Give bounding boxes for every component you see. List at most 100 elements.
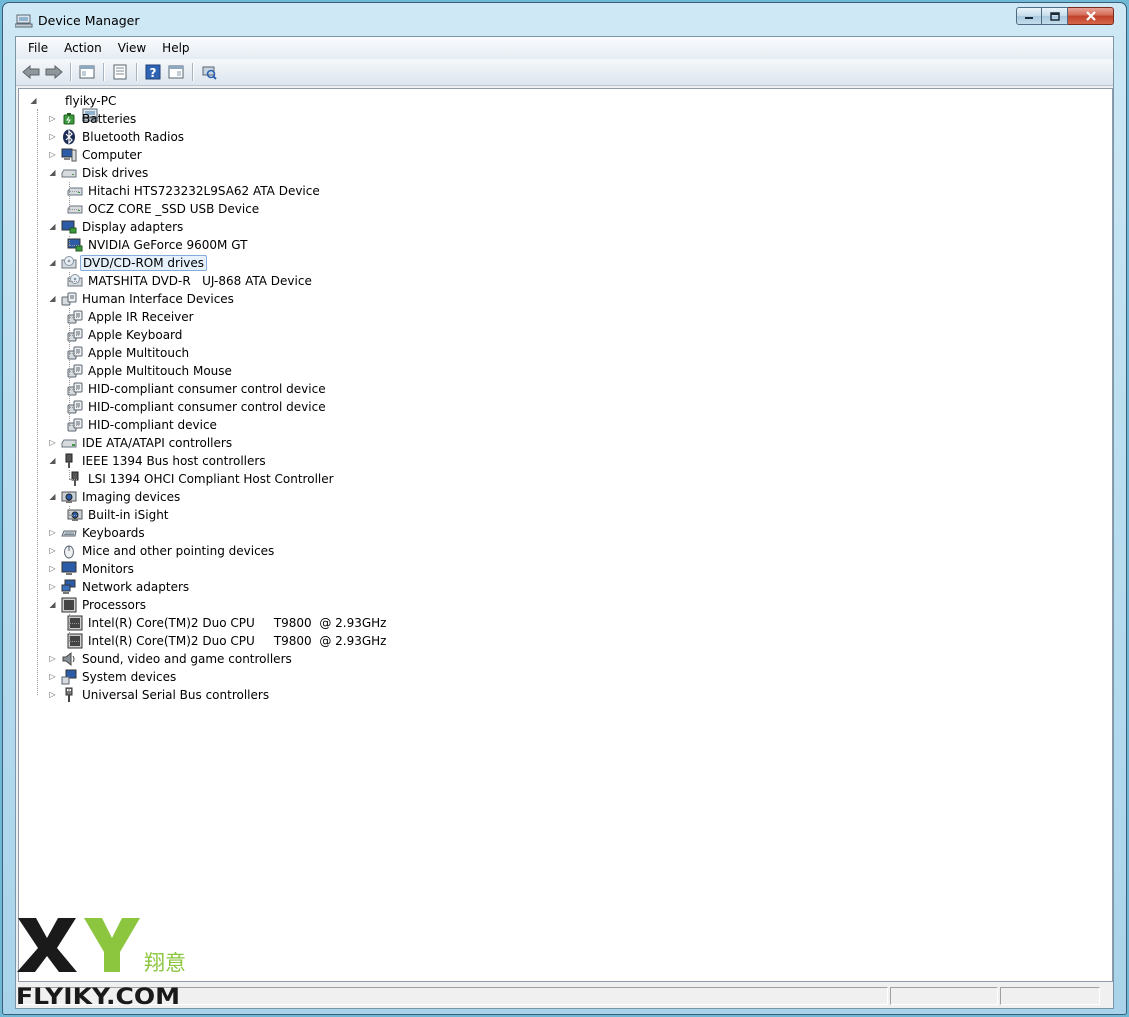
tree-device-hitachi-hts723232l9sa62-ata-device[interactable]: Hitachi HTS723232L9SA62 ATA Device xyxy=(67,182,322,200)
tree-connector xyxy=(37,109,39,695)
usb-icon xyxy=(61,687,77,703)
forward-button[interactable] xyxy=(43,62,65,82)
help-button[interactable]: ? xyxy=(142,62,164,82)
tree-item-label: HID-compliant consumer control device xyxy=(88,400,326,414)
tree-category-ieee-1394-bus-host-controllers[interactable]: ◢ IEEE 1394 Bus host controllers xyxy=(48,452,268,470)
properties-icon xyxy=(113,64,127,80)
tree-connector xyxy=(69,614,71,641)
speaker-icon xyxy=(61,651,77,667)
collapse-toggle-icon[interactable]: ◢ xyxy=(48,258,57,267)
tree-category-bluetooth-radios[interactable]: ▷ Bluetooth Radios xyxy=(48,128,186,146)
menu-help[interactable]: Help xyxy=(154,39,197,57)
battery-icon xyxy=(61,111,77,127)
tree-category-computer[interactable]: ▷ Computer xyxy=(48,146,144,164)
tree-category-mice-and-other-pointing-devices[interactable]: ▷ Mice and other pointing devices xyxy=(48,542,276,560)
collapse-toggle-icon[interactable]: ◢ xyxy=(48,294,57,303)
tree-root[interactable]: ◢ flyiky-PC xyxy=(29,92,118,122)
maximize-button[interactable] xyxy=(1042,7,1068,25)
expand-toggle-icon[interactable]: ▷ xyxy=(48,546,57,555)
tree-connector xyxy=(69,209,79,211)
tree-connector xyxy=(69,281,79,283)
tree-category-system-devices[interactable]: ▷ System devices xyxy=(48,668,178,686)
collapse-toggle-icon[interactable]: ◢ xyxy=(48,168,57,177)
collapse-toggle-icon[interactable]: ◢ xyxy=(48,222,57,231)
tree-device-nvidia-geforce-9600m-gt[interactable]: NVIDIA GeForce 9600M GT xyxy=(67,236,249,254)
tree-item-label: Batteries xyxy=(82,112,137,126)
expand-toggle-icon[interactable]: ▷ xyxy=(48,132,57,141)
tree-device-hid-compliant-device[interactable]: HID-compliant device xyxy=(67,416,219,434)
help-icon: ? xyxy=(145,64,161,80)
toolbar-separator xyxy=(70,63,72,81)
watermark-y-glyph xyxy=(84,918,140,972)
tree-item-label: Apple Multitouch xyxy=(88,346,190,360)
watermark-x-glyph xyxy=(17,918,77,972)
tree-device-hid-compliant-consumer-control-device[interactable]: HID-compliant consumer control device xyxy=(67,380,328,398)
collapse-toggle-icon[interactable]: ◢ xyxy=(48,492,57,501)
device-tree[interactable]: ◢ flyiky-PC ▷ Batteries ▷ Bluetooth Radios ▷… xyxy=(18,88,1113,982)
expand-toggle-icon[interactable]: ▷ xyxy=(48,114,57,123)
back-button[interactable] xyxy=(20,62,42,82)
tree-category-display-adapters[interactable]: ◢ Display adapters xyxy=(48,218,185,236)
scan-hardware-button[interactable] xyxy=(198,62,220,82)
minimize-button[interactable] xyxy=(1016,7,1042,25)
collapse-toggle-icon[interactable]: ◢ xyxy=(48,600,57,609)
tree-category-disk-drives[interactable]: ◢ Disk drives xyxy=(48,164,150,182)
properties-button[interactable] xyxy=(109,62,131,82)
close-button[interactable] xyxy=(1068,7,1114,25)
menu-file[interactable]: File xyxy=(20,39,56,57)
tree-device-apple-multitouch-mouse[interactable]: Apple Multitouch Mouse xyxy=(67,362,234,380)
scan-hardware-icon xyxy=(202,66,217,80)
tree-category-dvd-cd-rom-drives[interactable]: ◢ DVD/CD-ROM drives xyxy=(48,254,208,272)
tree-category-batteries[interactable]: ▷ Batteries xyxy=(48,110,138,128)
hid-icon xyxy=(61,291,77,307)
tree-category-processors[interactable]: ◢ Processors xyxy=(48,596,148,614)
tree-device-matshita-dvd-r-uj-868-ata-device[interactable]: MATSHITA DVD-R UJ-868 ATA Device xyxy=(67,272,314,290)
window-title: Device Manager xyxy=(38,13,140,28)
device-manager-window: Device Manager File Action View Help ? ◢… xyxy=(2,2,1127,1015)
expand-toggle-icon[interactable]: ▷ xyxy=(48,528,57,537)
expand-toggle-icon[interactable]: ▷ xyxy=(48,654,57,663)
title-bar[interactable]: Device Manager xyxy=(3,3,1126,36)
tree-device-built-in-isight[interactable]: Built-in iSight xyxy=(67,506,171,524)
tree-category-monitors[interactable]: ▷ Monitors xyxy=(48,560,136,578)
expand-toggle-icon[interactable]: ▷ xyxy=(48,564,57,573)
tree-category-ide-ata-atapi-controllers[interactable]: ▷ IDE ATA/ATAPI controllers xyxy=(48,434,234,452)
tree-item-label: NVIDIA GeForce 9600M GT xyxy=(88,238,248,252)
tree-connector xyxy=(69,236,71,245)
tree-connector xyxy=(69,182,71,209)
tree-device-apple-multitouch[interactable]: Apple Multitouch xyxy=(67,344,191,362)
toolbar-separator xyxy=(103,63,105,81)
tree-device-ocz-core-ssd-usb-device[interactable]: OCZ CORE _SSD USB Device xyxy=(67,200,261,218)
expand-toggle-icon[interactable]: ▷ xyxy=(48,150,57,159)
view-button[interactable] xyxy=(165,62,187,82)
tree-category-sound-video-and-game-controllers[interactable]: ▷ Sound, video and game controllers xyxy=(48,650,294,668)
tree-device-apple-ir-receiver[interactable]: Apple IR Receiver xyxy=(67,308,196,326)
tree-category-network-adapters[interactable]: ▷ Network adapters xyxy=(48,578,191,596)
menu-view[interactable]: View xyxy=(110,39,154,57)
monitor-icon xyxy=(61,561,77,577)
tree-device-intel-r-core-tm-2-duo-cpu-t9800-2-93ghz[interactable]: Intel(R) Core(TM)2 Duo CPU T9800 @ 2.93G… xyxy=(67,614,388,632)
tree-item-label: Bluetooth Radios xyxy=(82,130,185,144)
collapse-toggle-icon[interactable]: ◢ xyxy=(48,456,57,465)
tree-category-human-interface-devices[interactable]: ◢ Human Interface Devices xyxy=(48,290,236,308)
tree-device-apple-keyboard[interactable]: Apple Keyboard xyxy=(67,326,184,344)
collapse-toggle-icon[interactable]: ◢ xyxy=(29,96,38,105)
tree-item-label: MATSHITA DVD-R UJ-868 ATA Device xyxy=(88,274,312,288)
firewire-icon xyxy=(61,453,77,469)
tree-category-keyboards[interactable]: ▷ Keyboards xyxy=(48,524,147,542)
tree-item-label: Display adapters xyxy=(82,220,184,234)
menu-action[interactable]: Action xyxy=(56,39,110,57)
tree-device-lsi-1394-ohci-compliant-host-controller[interactable]: LSI 1394 OHCI Compliant Host Controller xyxy=(67,470,336,488)
tree-device-intel-r-core-tm-2-duo-cpu-t9800-2-93ghz[interactable]: Intel(R) Core(TM)2 Duo CPU T9800 @ 2.93G… xyxy=(67,632,388,650)
tree-device-hid-compliant-consumer-control-device[interactable]: HID-compliant consumer control device xyxy=(67,398,328,416)
expand-toggle-icon[interactable]: ▷ xyxy=(48,690,57,699)
tree-category-universal-serial-bus-controllers[interactable]: ▷ Universal Serial Bus controllers xyxy=(48,686,271,704)
tree-connector xyxy=(69,515,79,517)
tree-item-label: Human Interface Devices xyxy=(82,292,234,306)
computer-root-icon xyxy=(44,93,99,122)
expand-toggle-icon[interactable]: ▷ xyxy=(48,438,57,447)
tree-category-imaging-devices[interactable]: ◢ Imaging devices xyxy=(48,488,182,506)
show-hide-tree-button[interactable] xyxy=(76,62,98,82)
expand-toggle-icon[interactable]: ▷ xyxy=(48,582,57,591)
expand-toggle-icon[interactable]: ▷ xyxy=(48,672,57,681)
